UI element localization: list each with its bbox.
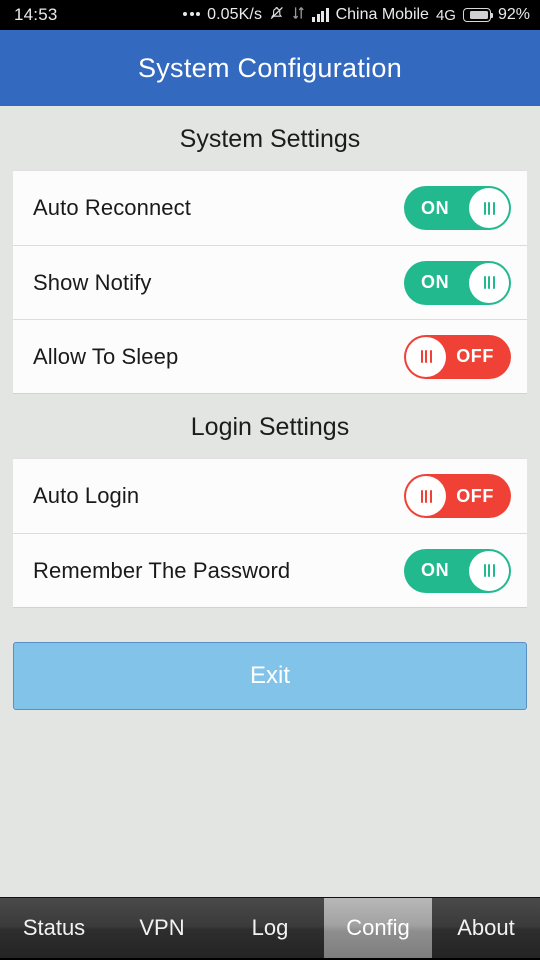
bell-muted-icon [269,5,285,26]
network-type-label: 4G [435,6,456,24]
app-screen: 14:53 0.05K/s China Mobile 4G 92% System… [0,0,540,960]
tab-config[interactable]: Config [324,898,432,958]
toggle-state-label: ON [421,560,450,580]
toggle-state-label: ON [421,272,450,292]
setting-label: Remember The Password [33,557,291,583]
toggle-state-label: ON [421,197,450,218]
toggle-show-notify[interactable]: ON [404,260,511,305]
carrier-name: China Mobile [335,6,429,23]
setting-label: Auto Reconnect [33,195,191,220]
toggle-knob-icon [406,336,446,377]
toggle-allow-to-sleep[interactable]: OFF [404,334,511,379]
exit-button[interactable]: Exit [13,642,527,710]
app-header: System Configuration [0,30,540,106]
toggle-state-label: OFF [456,485,494,506]
setting-label: Show Notify [33,269,152,295]
page-title: System Configuration [137,52,403,83]
toggle-knob-icon [469,262,509,303]
data-transfer-arrows-icon [292,5,305,26]
battery-percent-label: 92% [497,6,530,23]
tab-status[interactable]: Status [0,898,108,958]
setting-row-auto-reconnect[interactable]: Auto Reconnect ON [13,171,527,245]
section-title-login-settings: Login Settings [190,413,350,441]
exit-button-container: Exit [0,608,540,710]
toggle-knob-icon [469,550,509,591]
cellular-signal-icon [312,8,329,22]
setting-label: Auto Login [33,483,140,508]
section-title-system-settings: System Settings [179,125,361,153]
network-speed-text: 0.05K/s [207,6,263,23]
setting-row-show-notify[interactable]: Show Notify ON [13,245,527,319]
tab-about[interactable]: About [432,898,540,958]
toggle-knob-icon [469,188,509,228]
toggle-auto-login[interactable]: OFF [404,474,511,518]
more-dots-icon [183,11,201,19]
toggle-knob-icon [406,476,446,516]
tab-log[interactable]: Log [216,898,324,958]
tab-vpn[interactable]: VPN [108,898,216,958]
login-settings-card: Auto Login OFF Remember The Password ON [13,458,527,608]
toggle-state-label: OFF [456,346,494,366]
settings-content: System Settings Auto Reconnect ON Show N… [0,106,540,897]
setting-row-auto-login[interactable]: Auto Login OFF [13,459,527,533]
status-clock: 14:53 [14,5,58,24]
toggle-remember-password[interactable]: ON [404,548,511,593]
toggle-auto-reconnect[interactable]: ON [404,186,511,230]
setting-row-allow-to-sleep[interactable]: Allow To Sleep OFF [13,319,527,393]
status-bar-right-group: 0.05K/s China Mobile 4G 92% [183,5,530,26]
system-settings-card: Auto Reconnect ON Show Notify ON Allow T… [13,170,527,394]
setting-label: Allow To Sleep [33,343,179,369]
setting-row-remember-password[interactable]: Remember The Password ON [13,533,527,607]
battery-icon [462,8,494,22]
bottom-tab-bar: Status VPN Log Config About [0,897,540,960]
status-bar: 14:53 0.05K/s China Mobile 4G 92% [0,0,540,30]
